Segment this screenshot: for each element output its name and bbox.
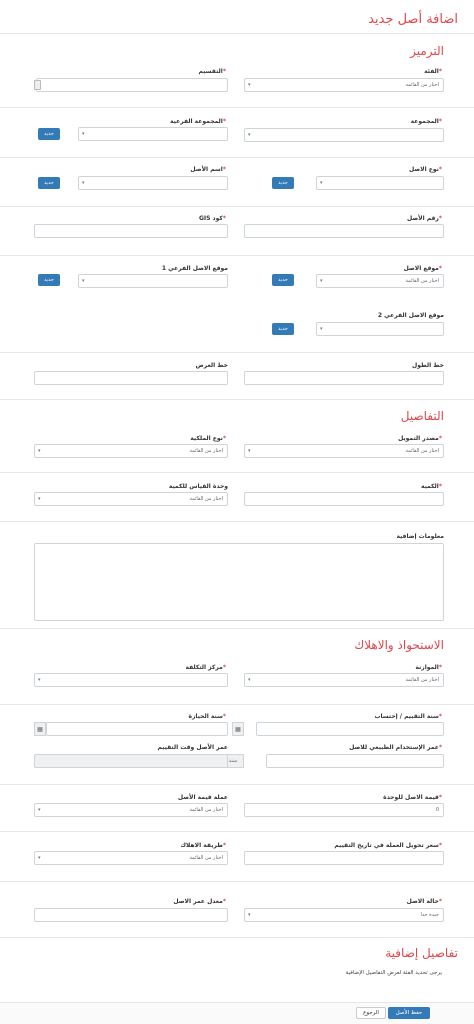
save-asset-button[interactable]: حفظ الأصل — [388, 1007, 430, 1019]
label-asset-number: *رقم الأصل — [407, 215, 442, 222]
label-asset-name: *اسم الأصل — [190, 166, 226, 173]
sub-location-2-select[interactable] — [316, 322, 444, 336]
label-asset-condition: *حالة الاصل — [406, 898, 442, 905]
section-title-acquisition: الاستحواذ والاهلاك — [354, 638, 444, 652]
extra-details-note: يرجى تحديد الفئة لعرض التفاصيل الإضافية — [345, 970, 442, 976]
additional-info-textarea[interactable] — [34, 543, 444, 621]
label-exchange-rate: *سعر تحويل العملة في تاريخ التقييم — [334, 842, 442, 849]
label-sub-location-2: موقع الاصل الفرعي 2 — [377, 312, 444, 319]
new-asset-name-button[interactable]: جديد — [38, 177, 60, 189]
asset-name-select[interactable] — [78, 176, 228, 190]
label-value-currency: عملة قيمة الأصل — [177, 794, 228, 801]
label-asset-type: *نوع الاصل — [408, 166, 442, 173]
gis-code-input[interactable] — [34, 224, 228, 238]
asset-type-select[interactable] — [316, 176, 444, 190]
label-longitude: خط الطول — [412, 362, 444, 369]
valuation-year-input[interactable] — [256, 722, 444, 736]
exchange-rate-input[interactable] — [244, 851, 444, 865]
label-useful-life: *عمر الإستخدام الطبيعي للاصل — [349, 744, 442, 751]
value-currency-select[interactable]: اختار من القائمة — [34, 803, 228, 817]
subgroup-select[interactable] — [78, 127, 228, 141]
asset-number-input[interactable] — [244, 224, 444, 238]
label-ownership-type: *نوع الملكية — [190, 435, 226, 442]
label-gis-code: *كود GIS — [198, 215, 226, 222]
unit-value-input[interactable]: 0 — [244, 803, 444, 817]
section-title-coding: الترميز — [410, 44, 444, 58]
depreciation-method-select[interactable]: اختار من القائمة — [34, 851, 228, 865]
ownership-type-select[interactable]: اختار من القائمة — [34, 444, 228, 458]
new-location-button[interactable]: جديد — [272, 274, 294, 286]
asset-condition-select[interactable]: جيدة جدا — [244, 908, 444, 922]
label-additional-info: معلومات إضافية — [396, 533, 444, 540]
asset-age-rate-input[interactable] — [34, 908, 228, 922]
divider — [0, 33, 474, 34]
new-subgroup-button[interactable]: جديد — [38, 128, 60, 140]
new-asset-type-button[interactable]: جديد — [272, 177, 294, 189]
sub-location-1-select[interactable] — [78, 274, 228, 288]
latitude-input[interactable] — [34, 371, 228, 385]
longitude-input[interactable] — [244, 371, 444, 385]
label-unit-value: *قيمة الاصل للوحدة — [383, 794, 442, 801]
label-subgroup: *المجموعة الفرعية — [170, 118, 226, 125]
page-title: اضافة أصل جديد — [368, 12, 458, 27]
label-category: *الفئة — [424, 68, 442, 75]
asset-location-select[interactable]: اختار من القائمة — [316, 274, 444, 288]
section-title-details: التفاصيل — [400, 409, 444, 423]
label-group: *المجموعة — [410, 118, 442, 125]
quantity-input[interactable] — [244, 492, 444, 506]
label-cost-center: *مركز التكلفة — [185, 664, 226, 671]
label-acquisition-year: *سنة الحيازة — [188, 713, 226, 720]
label-quantity: *الكمية — [420, 483, 442, 490]
quantity-unit-select[interactable]: اختار من القائمة — [34, 492, 228, 506]
useful-life-input[interactable] — [266, 754, 444, 768]
new-sub-location-2-button[interactable]: جديد — [272, 323, 294, 335]
new-sub-location-1-button[interactable]: جديد — [38, 274, 60, 286]
calendar-icon[interactable]: ▦ — [34, 722, 46, 736]
classification-select[interactable] — [36, 78, 228, 92]
back-button[interactable]: الرجوع — [356, 1007, 386, 1019]
cost-center-select[interactable] — [34, 673, 228, 687]
acquisition-year-input[interactable] — [46, 722, 228, 736]
funding-source-select[interactable]: اختار من القائمة — [244, 444, 444, 458]
label-asset-location: *موقع الاصل — [403, 265, 442, 272]
label-age-at-valuation: عمر الأصل وقت التقييم — [157, 744, 229, 751]
label-funding-source: *مصدر التمويل — [398, 435, 442, 442]
label-budget: *الموازنة — [415, 664, 442, 671]
label-depreciation-method: *طريقة الاهلاك — [180, 842, 226, 849]
label-latitude: خط العرض — [195, 362, 228, 369]
label-valuation-year: *سنة التقييم / إحتساب — [374, 713, 443, 720]
category-select[interactable]: اختار من القائمة — [244, 78, 444, 92]
calendar-icon[interactable]: ▦ — [232, 722, 244, 736]
classification-dropdown-toggle[interactable] — [34, 80, 41, 90]
label-quantity-unit: وحدة القياس للكمية — [168, 483, 228, 490]
budget-select[interactable]: اختار من القائمة — [244, 673, 444, 687]
label-sub-location-1: موقع الاصل الفرعي 1 — [161, 265, 228, 272]
age-at-valuation-field — [34, 754, 228, 768]
label-asset-age-rate: *معدل عمر الاصل — [173, 898, 226, 905]
section-title-extra: تفاصيل إضافية — [385, 946, 458, 960]
label-classification: *التقسيم — [198, 68, 226, 75]
group-select[interactable] — [244, 128, 444, 142]
